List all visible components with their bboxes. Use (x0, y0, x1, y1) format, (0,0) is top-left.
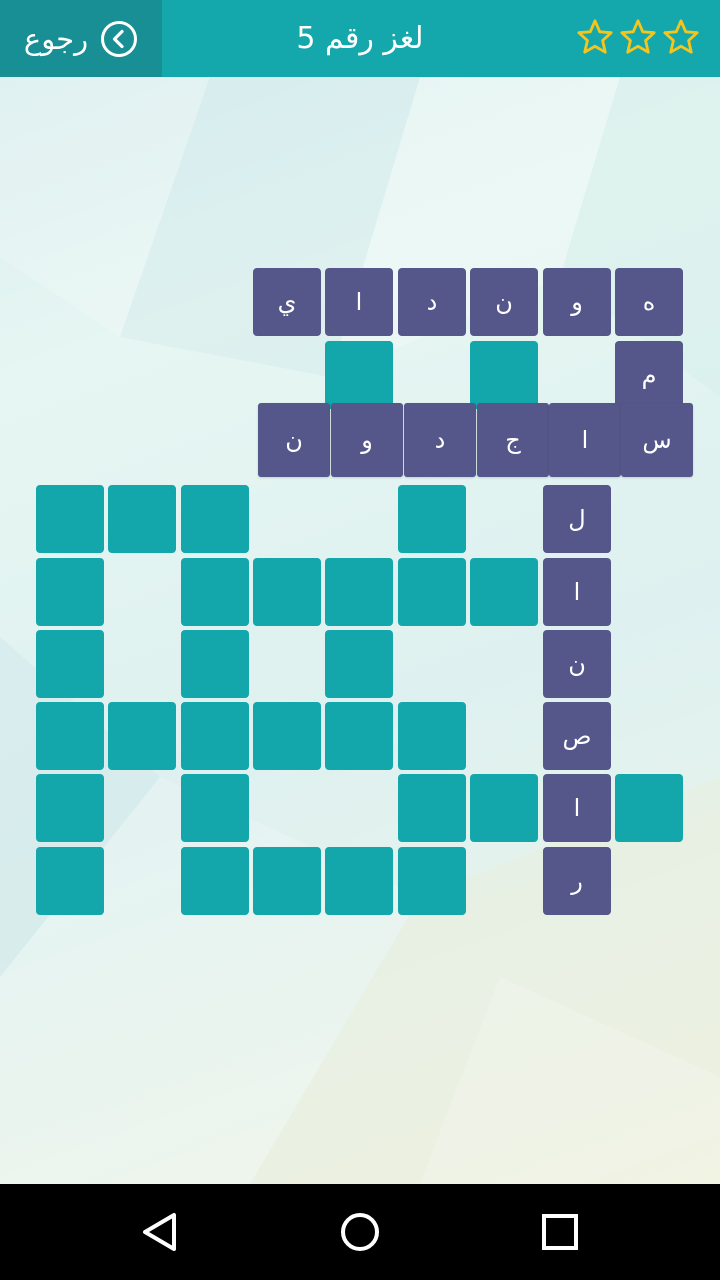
empty-cell[interactable] (470, 341, 538, 409)
empty-cell[interactable] (253, 558, 321, 626)
chevron-left-circle-icon (101, 20, 138, 57)
empty-cell[interactable] (325, 630, 393, 698)
empty-cell[interactable] (108, 485, 176, 553)
triangle-back-icon[interactable] (136, 1208, 184, 1256)
top-bar: رجوع لغز رقم 5 (0, 0, 720, 77)
back-button-label: رجوع (23, 21, 89, 56)
empty-cell[interactable] (181, 702, 249, 770)
empty-cell[interactable] (470, 558, 538, 626)
empty-cell[interactable] (181, 630, 249, 698)
empty-cell[interactable] (398, 847, 466, 915)
empty-cell[interactable] (36, 847, 104, 915)
letter-cell[interactable]: د (404, 403, 476, 477)
letter-cell[interactable]: ج (477, 403, 549, 477)
empty-cell[interactable] (615, 774, 683, 842)
empty-cell[interactable] (36, 774, 104, 842)
letter-cell[interactable]: د (398, 268, 466, 336)
letter-cell[interactable]: و (331, 403, 403, 477)
star-outline-icon (577, 19, 613, 54)
empty-cell[interactable] (398, 558, 466, 626)
empty-cell[interactable] (253, 847, 321, 915)
empty-cell[interactable] (325, 702, 393, 770)
crossword-board: ي ا د ن و ه م ن و د ج ا س ل ا ن ص ا ر (0, 0, 720, 1184)
star-outline-icon (663, 19, 699, 54)
letter-cell[interactable]: ن (470, 268, 538, 336)
star-rating (576, 18, 700, 56)
letter-cell[interactable]: ص (543, 702, 611, 770)
square-recents-icon[interactable] (536, 1208, 584, 1256)
empty-cell[interactable] (398, 774, 466, 842)
letter-cell[interactable]: ي (253, 268, 321, 336)
puzzle-title: لغز رقم 5 (296, 21, 424, 56)
back-button[interactable]: رجوع (0, 0, 162, 77)
letter-cell[interactable]: ا (325, 268, 393, 336)
empty-cell[interactable] (470, 774, 538, 842)
empty-cell[interactable] (36, 630, 104, 698)
empty-cell[interactable] (181, 774, 249, 842)
empty-cell[interactable] (325, 558, 393, 626)
empty-cell[interactable] (325, 847, 393, 915)
empty-cell[interactable] (398, 485, 466, 553)
empty-cell[interactable] (108, 702, 176, 770)
letter-cell[interactable]: ا (549, 403, 621, 477)
system-nav-bar (0, 1184, 720, 1280)
empty-cell[interactable] (36, 485, 104, 553)
empty-cell[interactable] (181, 847, 249, 915)
letter-cell[interactable]: ا (543, 774, 611, 842)
empty-cell[interactable] (36, 702, 104, 770)
letter-cell[interactable]: م (615, 341, 683, 409)
circle-home-icon[interactable] (336, 1208, 384, 1256)
empty-cell[interactable] (36, 558, 104, 626)
letter-cell[interactable]: ن (543, 630, 611, 698)
empty-cell[interactable] (253, 702, 321, 770)
letter-cell[interactable]: ه (615, 268, 683, 336)
letter-cell[interactable]: ن (258, 403, 330, 477)
empty-cell[interactable] (181, 485, 249, 553)
letter-cell[interactable]: ر (543, 847, 611, 915)
star-outline-icon (620, 19, 656, 54)
letter-cell[interactable]: ا (543, 558, 611, 626)
letter-cell[interactable]: ل (543, 485, 611, 553)
letter-cell[interactable]: س (621, 403, 693, 477)
letter-cell[interactable]: و (543, 268, 611, 336)
empty-cell[interactable] (181, 558, 249, 626)
empty-cell[interactable] (398, 702, 466, 770)
empty-cell[interactable] (325, 341, 393, 409)
